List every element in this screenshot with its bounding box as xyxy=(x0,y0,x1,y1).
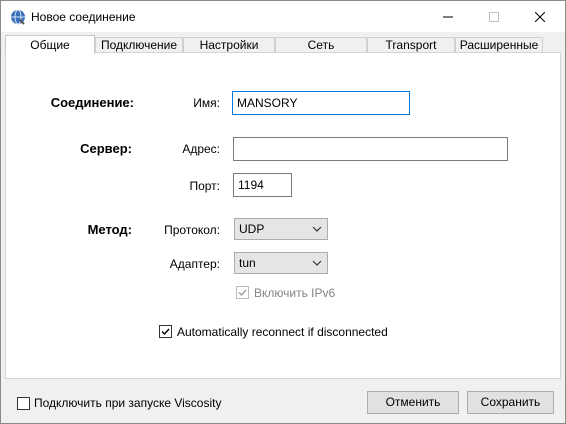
chevron-down-icon xyxy=(312,260,322,266)
adapter-label: Адаптер: xyxy=(169,257,220,271)
tab-general[interactable]: Общие xyxy=(5,35,95,54)
protocol-select[interactable]: UDP xyxy=(234,218,328,240)
startup-checkbox[interactable] xyxy=(17,397,30,410)
checkmark-icon xyxy=(161,328,170,336)
port-label: Порт: xyxy=(189,179,220,193)
address-label: Адрес: xyxy=(182,142,220,156)
adapter-value: tun xyxy=(239,256,256,270)
maximize-icon xyxy=(489,11,499,22)
port-input[interactable]: 1194 xyxy=(233,173,292,197)
viscosity-globe-icon xyxy=(10,9,26,25)
ipv6-label: Включить IPv6 xyxy=(254,286,336,300)
minimize-icon xyxy=(443,16,453,17)
minimize-button[interactable] xyxy=(425,1,471,32)
close-button[interactable] xyxy=(517,1,563,32)
protocol-value: UDP xyxy=(239,222,265,236)
title-bar: Новое соединение xyxy=(1,1,565,32)
checkmark-icon xyxy=(238,289,247,297)
protocol-label: Протокол: xyxy=(164,223,220,237)
name-input[interactable]: MANSORY xyxy=(232,91,410,115)
maximize-button[interactable] xyxy=(471,1,517,32)
close-icon xyxy=(535,11,545,22)
save-button[interactable]: Сохранить xyxy=(467,391,554,414)
address-input[interactable] xyxy=(233,137,508,161)
name-label: Имя: xyxy=(193,96,220,110)
tab-strip: Общие Подключение Настройки Сеть Transpo… xyxy=(5,35,561,54)
cancel-button[interactable]: Отменить xyxy=(367,391,459,414)
tab-settings[interactable]: Настройки xyxy=(183,37,275,52)
new-connection-dialog: Новое соединение Общие Подключение Настр… xyxy=(0,0,566,424)
tab-transport[interactable]: Transport xyxy=(367,37,455,52)
chevron-down-icon xyxy=(312,226,322,232)
tab-connection[interactable]: Подключение xyxy=(95,37,183,52)
adapter-select[interactable]: tun xyxy=(234,252,328,274)
ipv6-checkbox[interactable] xyxy=(236,286,249,299)
reconnect-label: Automatically reconnect if disconnected xyxy=(177,325,388,339)
general-panel: Соединение: Имя: MANSORY Сервер: Адрес: … xyxy=(5,52,561,379)
startup-label: Подключить при запуске Viscosity xyxy=(34,396,222,410)
tab-network[interactable]: Сеть xyxy=(275,37,367,52)
tab-advanced[interactable]: Расширенные xyxy=(455,37,543,52)
window-title: Новое соединение xyxy=(31,10,136,24)
reconnect-checkbox[interactable] xyxy=(159,325,172,338)
